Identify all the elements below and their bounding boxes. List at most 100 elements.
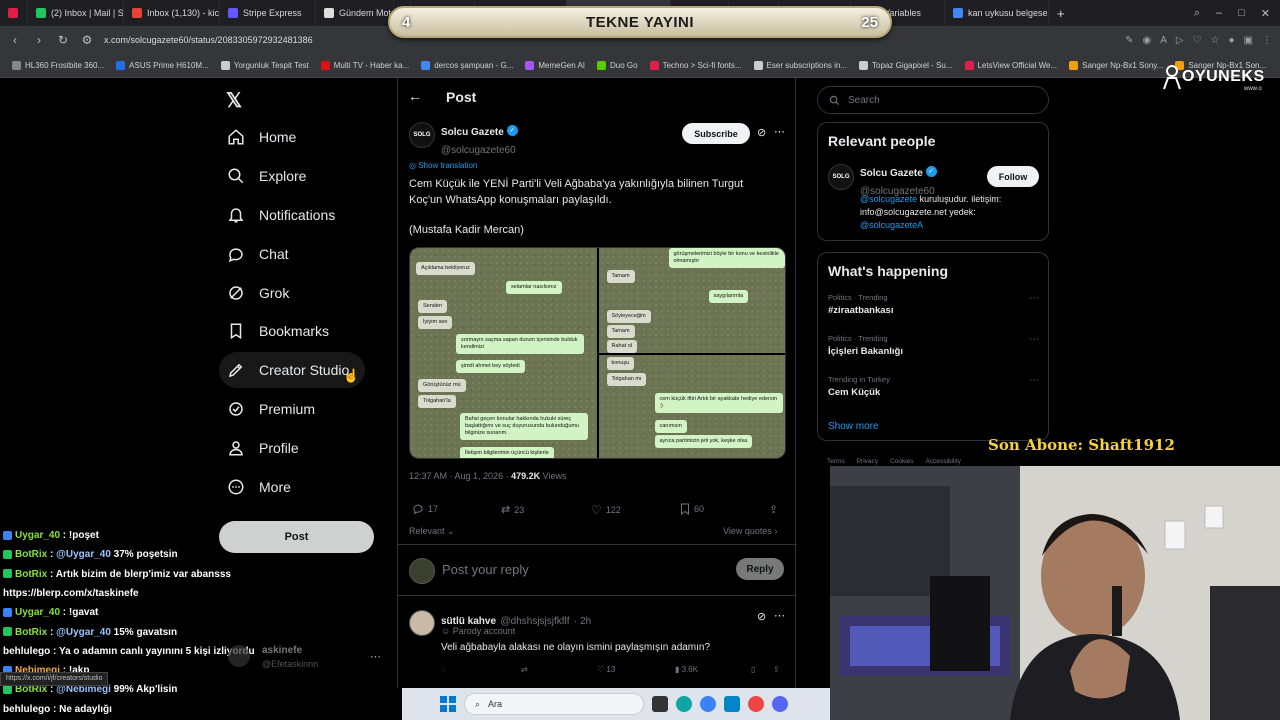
grok-icon[interactable]: ⊘ xyxy=(757,126,766,139)
trend-item[interactable]: Politics · Trending #ziraatbankası ⋯ xyxy=(828,293,1040,327)
search-tabs-icon[interactable]: ⌕ xyxy=(1194,7,1200,20)
forward-icon[interactable]: › xyxy=(32,33,46,47)
share-action[interactable]: ⇪ xyxy=(769,503,778,516)
windows-start-icon[interactable] xyxy=(440,696,456,712)
nav-item-notifications[interactable]: Notifications xyxy=(219,197,343,233)
reply-time[interactable]: · 2h xyxy=(574,616,591,627)
trend-item[interactable]: Trending in Turkey Cem Küçük ⋯ xyxy=(828,375,1040,409)
nav-item-grok[interactable]: Grok xyxy=(219,275,297,311)
author-avatar[interactable]: SOLG xyxy=(409,122,435,148)
reply-post[interactable]: sütlü kahve @dhshsjsjsjfkflf · 2h ⊘ ⋯ ☺ … xyxy=(398,600,797,688)
grok-icon[interactable]: ⊘ xyxy=(757,610,766,623)
chat-username[interactable]: BotRix xyxy=(15,549,47,560)
discord-icon[interactable] xyxy=(772,696,788,712)
browser-tab[interactable]: kan uykusu belgeseli xyxy=(945,0,1049,26)
show-more-link[interactable]: Show more xyxy=(828,421,879,432)
reply-icon[interactable]: ◌ xyxy=(441,665,446,674)
translate-icon[interactable]: A xyxy=(1160,35,1167,46)
reload-icon[interactable]: ↻ xyxy=(56,33,70,47)
bookmark-action[interactable]: 60 xyxy=(680,503,704,515)
reply-avatar[interactable] xyxy=(409,610,435,636)
nav-item-explore[interactable]: Explore xyxy=(219,158,314,194)
chat-username[interactable]: BotRix xyxy=(15,569,47,580)
trend-item[interactable]: Politics · Trending İçişleri Bakanlığı ⋯ xyxy=(828,334,1040,368)
bookmark-item[interactable]: LetsView Official We... xyxy=(959,61,1064,70)
whatsapp-screenshot-3[interactable]: konuşu Tolgahan mı cem küçük iftiri Artık … xyxy=(598,355,785,458)
nav-item-bookmarks[interactable]: Bookmarks xyxy=(219,313,337,349)
chat-username[interactable]: Uygar_40 xyxy=(15,530,60,541)
minimize-icon[interactable]: – xyxy=(1216,7,1222,20)
whatsapp-screenshot-1[interactable]: Açıklama bekliyoruz selamlar nasılsınız Se… xyxy=(410,248,597,458)
bookmark-icon[interactable]: ▯ xyxy=(751,665,755,674)
browser-tab[interactable]: Inbox (1,130) - kickta xyxy=(124,0,220,26)
bio-link-1[interactable]: @solcugazete xyxy=(860,194,917,204)
reply-sort-dropdown[interactable]: Relevant ⌄ xyxy=(409,526,455,537)
back-icon[interactable]: ‹ xyxy=(8,33,22,47)
nav-item-home[interactable]: Home xyxy=(219,119,304,155)
more-options-icon[interactable]: ⋯ xyxy=(1029,293,1040,304)
more-options-icon[interactable]: ⋯ xyxy=(1029,375,1040,386)
person-avatar[interactable]: SOLG xyxy=(828,164,854,190)
browser-tab[interactable]: Stripe Express xyxy=(220,0,316,26)
store-icon[interactable] xyxy=(724,696,740,712)
my-avatar[interactable] xyxy=(409,558,435,584)
taskbar-search[interactable]: ⌕ Ara xyxy=(464,693,644,715)
more-options-icon[interactable]: ⋯ xyxy=(774,609,785,622)
bookmark-item[interactable]: Yorgunluk Tespit Test xyxy=(215,61,315,70)
profile-icon[interactable]: ● xyxy=(1229,35,1235,46)
edit-icon[interactable]: ✎ xyxy=(1125,35,1133,46)
site-info-icon[interactable]: ⚙ xyxy=(80,33,94,47)
bookmark-item[interactable]: Multi TV - Haber ka... xyxy=(315,61,415,70)
bookmark-item[interactable]: ASUS Prime H610M... xyxy=(110,61,215,70)
bookmark-item[interactable]: Duo Go xyxy=(591,61,644,70)
maximize-icon[interactable]: □ xyxy=(1238,7,1245,20)
footer-link[interactable]: Cookies xyxy=(890,458,913,465)
bookmark-item[interactable]: Techno > Sci-fi fonts... xyxy=(644,61,748,70)
chat-username[interactable]: BotRix xyxy=(15,684,47,695)
timestamp-text[interactable]: 12:37 AM · Aug 1, 2026 · xyxy=(409,471,511,481)
bookmark-item[interactable]: MemeGen AI xyxy=(519,61,591,70)
browser-tab[interactable] xyxy=(0,0,28,26)
edge-icon[interactable] xyxy=(676,696,692,712)
follow-button[interactable]: Follow xyxy=(987,166,1039,187)
bookmark-item[interactable]: HL360 Frostbite 360... xyxy=(6,61,110,70)
camera-icon[interactable]: ◉ xyxy=(1142,35,1151,46)
address-bar[interactable]: x.com/solcugazete60/status/2083305972932… xyxy=(104,35,313,45)
nav-item-chat[interactable]: Chat xyxy=(219,236,297,272)
opera-icon[interactable] xyxy=(748,696,764,712)
view-quotes-link[interactable]: View quotes › xyxy=(723,526,777,536)
x-logo-icon[interactable]: 𝕏 xyxy=(226,88,242,113)
bookmark-item[interactable]: Topaz Gigapixel - Su... xyxy=(853,61,958,70)
views-action[interactable]: ▮ 3.6K xyxy=(675,665,698,674)
post-media-grid[interactable]: Açıklama bekliyoruz selamlar nasılsınız Se… xyxy=(409,247,786,459)
task-view-icon[interactable] xyxy=(652,696,668,712)
chat-username[interactable]: BotRix xyxy=(15,627,47,638)
search-input[interactable]: Search xyxy=(817,86,1049,114)
chat-username[interactable]: Uygar_40 xyxy=(15,607,60,618)
copilot-icon[interactable] xyxy=(700,696,716,712)
extensions-icon[interactable]: ▣ xyxy=(1244,35,1253,46)
close-icon[interactable]: ✕ xyxy=(1261,7,1270,20)
repost-action[interactable]: ⇄ 23 xyxy=(501,503,524,516)
repost-icon[interactable]: ⇄ xyxy=(521,665,528,674)
nav-item-more[interactable]: More xyxy=(219,469,299,505)
browser-tab[interactable]: (2) Inbox | Mail | SOG xyxy=(28,0,124,26)
star-icon[interactable]: ☆ xyxy=(1211,35,1220,46)
bio-link-2[interactable]: @solcugazeteA xyxy=(860,220,923,230)
nav-item-profile[interactable]: Profile xyxy=(219,430,307,466)
bookmark-item[interactable]: dercos şampuan - G... xyxy=(415,61,519,70)
heart-icon[interactable]: ♡ xyxy=(1193,35,1202,46)
like-action[interactable]: ♡ 122 xyxy=(591,503,621,517)
author-handle[interactable]: @solcugazete60 xyxy=(441,145,516,156)
chat-username[interactable]: behlulego xyxy=(3,646,50,657)
menu-icon[interactable]: ⋮ xyxy=(1262,35,1272,46)
footer-link[interactable]: Terms xyxy=(827,458,845,465)
bookmark-item[interactable]: Sanger Np-Bx1 Sony... xyxy=(1063,61,1169,70)
more-options-icon[interactable]: ⋯ xyxy=(774,125,785,138)
reply-button[interactable]: Reply xyxy=(736,558,784,580)
subscribe-button[interactable]: Subscribe xyxy=(682,123,750,144)
more-options-icon[interactable]: ⋯ xyxy=(1029,334,1040,345)
whatsapp-screenshot-2[interactable]: görüşmelerimizi böyle bir konu ve kesinl… xyxy=(598,248,785,353)
show-translation-link[interactable]: ◎ Show translation xyxy=(409,161,477,170)
nav-item-premium[interactable]: Premium xyxy=(219,391,323,427)
